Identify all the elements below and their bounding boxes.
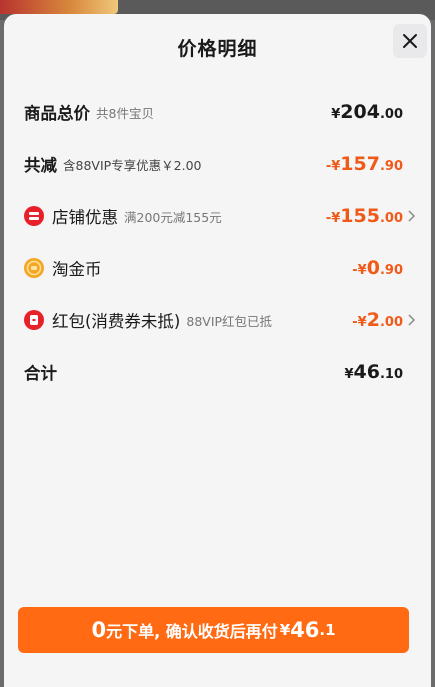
amount-currency: ¥	[331, 107, 341, 122]
amount-integer: 2	[366, 309, 380, 331]
price-detail-sheet: 价格明细 商品总价 共8件宝贝 ¥204.00 共减 含88VIP专享优惠￥2.…	[4, 14, 431, 687]
amount-currency: -¥	[325, 159, 341, 174]
close-button[interactable]	[393, 24, 427, 58]
row-amount: ¥204.00	[331, 101, 403, 123]
red-envelope-icon	[24, 310, 44, 330]
row-sub: 满200元减155元	[124, 209, 222, 225]
product-thumbnail	[0, 0, 118, 14]
amount-integer: 46	[353, 361, 380, 383]
row-amount: -¥0.90	[352, 257, 403, 279]
row-sub: 88VIP红包已抵	[186, 313, 273, 329]
row-total-discount: 共减 含88VIP专享优惠￥2.00 -¥157.90	[4, 138, 431, 190]
amount-currency: -¥	[325, 211, 341, 226]
close-icon	[403, 34, 417, 48]
amount-integer: 157	[340, 153, 380, 175]
chevron-right-icon	[408, 210, 415, 222]
page-title: 价格明细	[177, 38, 258, 60]
row-sub: 共8件宝贝	[96, 105, 154, 121]
row-label: 合计	[24, 364, 57, 383]
cta-amount-decimal: .1	[319, 621, 336, 639]
chevron-right-icon	[408, 314, 415, 326]
amount-decimal: .00	[379, 315, 403, 330]
row-label: 共减	[24, 156, 57, 175]
amount-decimal: .90	[379, 159, 403, 174]
cta-amount-integer: 46	[290, 618, 320, 642]
amount-decimal: .10	[379, 367, 403, 382]
amount-currency: ¥	[344, 367, 354, 382]
row-taojinbi: 淘金币 -¥0.90	[4, 242, 431, 294]
row-sum: 合计 ¥46.10	[4, 346, 431, 398]
amount-integer: 155	[340, 205, 380, 227]
row-label: 商品总价	[24, 104, 90, 123]
amount-integer: 0	[366, 257, 380, 279]
row-red-envelope[interactable]: 红包(消费券未抵) 88VIP红包已抵 -¥2.00	[4, 294, 431, 346]
shop-coupon-icon	[24, 206, 44, 226]
row-shop-discount[interactable]: 店铺优惠 满200元减155元 -¥155.00	[4, 190, 431, 242]
confirm-order-button[interactable]: 0 元下单, 确认收货后再付 ¥46.1	[18, 607, 409, 653]
row-label: 淘金币	[52, 260, 102, 279]
amount-decimal: .00	[379, 107, 403, 122]
amount-currency: -¥	[352, 263, 367, 278]
row-total-price: 商品总价 共8件宝贝 ¥204.00	[4, 86, 431, 138]
row-amount: -¥2.00	[352, 309, 403, 331]
row-label: 店铺优惠	[52, 208, 118, 227]
price-rows: 商品总价 共8件宝贝 ¥204.00 共减 含88VIP专享优惠￥2.00 -¥…	[4, 86, 431, 398]
cta-zero: 0	[91, 618, 107, 642]
row-amount: -¥157.90	[326, 153, 403, 175]
row-label: 红包(消费券未抵)	[52, 312, 181, 331]
cta-currency: ¥	[279, 621, 291, 639]
amount-decimal: .90	[379, 263, 403, 278]
row-sub: 含88VIP专享优惠￥2.00	[63, 157, 202, 173]
amount-integer: 204	[340, 101, 380, 123]
row-amount: ¥46.10	[344, 361, 403, 383]
row-amount: -¥155.00	[326, 205, 403, 227]
amount-decimal: .00	[379, 211, 403, 226]
amount-currency: -¥	[352, 315, 367, 330]
cta-text: 元下单, 确认收货后再付	[106, 622, 278, 641]
sheet-header: 价格明细	[4, 14, 431, 76]
gold-coin-icon	[24, 258, 44, 278]
